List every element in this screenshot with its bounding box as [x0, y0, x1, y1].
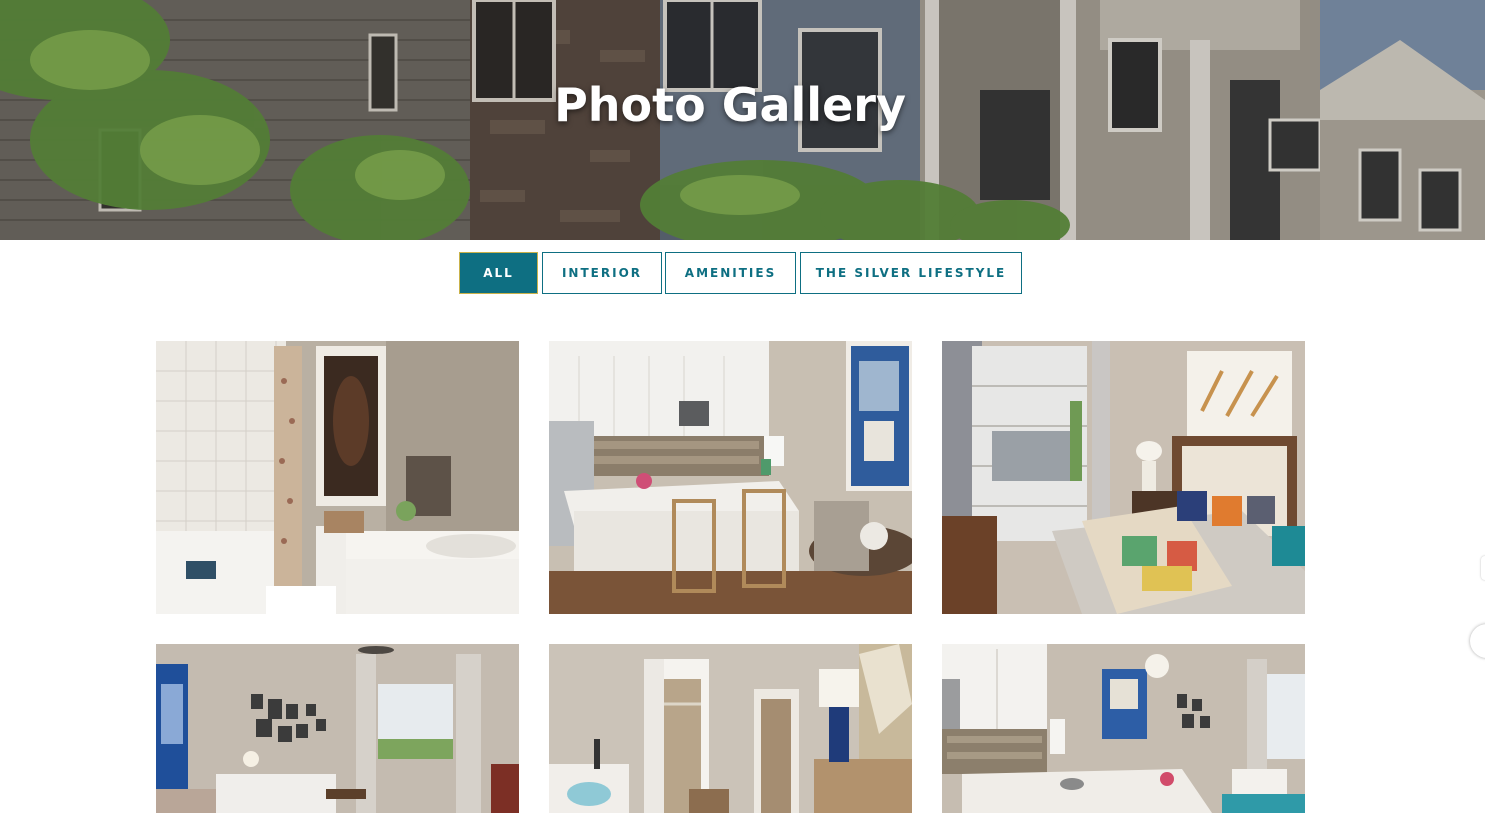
gallery-photo-bedroom[interactable] — [942, 341, 1305, 614]
filter-silver-lifestyle-button[interactable]: THE SILVER LIFESTYLE — [800, 252, 1022, 294]
filter-interior-button[interactable]: INTERIOR — [542, 252, 662, 294]
gallery-photo-bathroom[interactable] — [156, 341, 519, 614]
closet-photo — [549, 644, 912, 813]
kitchen-living-photo — [942, 644, 1305, 813]
floating-action-button[interactable] — [1470, 624, 1485, 658]
gallery-filter-bar: ALL INTERIOR AMENITIES THE SILVER LIFEST… — [0, 252, 1485, 294]
gallery-photo-closet[interactable] — [549, 644, 912, 813]
gallery-photo-kitchen-living[interactable] — [942, 644, 1305, 813]
filter-amenities-button[interactable]: AMENITIES — [665, 252, 796, 294]
page-title: Photo Gallery — [554, 78, 906, 132]
bedroom-photo — [942, 341, 1305, 614]
hero-banner: Photo Gallery — [0, 0, 1485, 240]
side-tab-handle[interactable] — [1481, 556, 1485, 580]
gallery-photo-kitchen[interactable] — [549, 341, 912, 614]
gallery-photo-living-room[interactable] — [156, 644, 519, 813]
living-room-photo — [156, 644, 519, 813]
filter-all-button[interactable]: ALL — [459, 252, 538, 294]
bathroom-photo — [156, 341, 519, 614]
kitchen-photo — [549, 341, 912, 614]
